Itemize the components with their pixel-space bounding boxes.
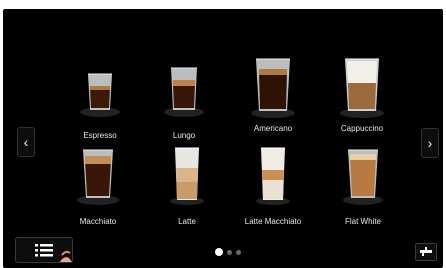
list-menu-icon [35, 244, 72, 262]
carousel-prev-button[interactable]: ‹ [17, 127, 35, 157]
drink-tile-lungo[interactable]: Lungo [142, 60, 226, 142]
chevron-left-icon: ‹ [23, 134, 29, 150]
drink-label: Lungo [172, 131, 196, 140]
drink-tile-americano[interactable]: Americano [231, 53, 315, 135]
drink-tile-cappuccino[interactable]: Cappuccino [320, 53, 404, 135]
drink-label: Macchiato [79, 217, 117, 226]
lungo-glass-icon [164, 67, 204, 117]
drink-label: Espresso [83, 131, 117, 140]
latte-macchiato-glass-icon [256, 147, 290, 205]
coffee-selection-screen: ‹ › Espresso Lungo Americano Cappuccino … [3, 9, 443, 268]
drink-tile-flat-white[interactable]: Flat White [321, 146, 405, 228]
flat-white-glass-icon [343, 149, 383, 205]
drink-label: Latte Macchiato [244, 217, 302, 226]
chevron-right-icon: › [427, 135, 433, 151]
page-dot[interactable] [227, 250, 232, 255]
drink-tile-macchiato[interactable]: Macchiato [56, 146, 140, 228]
drink-tile-latte[interactable]: Latte [145, 146, 229, 228]
menu-button[interactable] [15, 237, 73, 263]
drink-label: Flat White [344, 217, 381, 226]
drink-tile-latte-macchiato[interactable]: Latte Macchiato [231, 146, 315, 228]
tap-icon [420, 247, 432, 256]
cappuccino-glass-icon [340, 58, 384, 118]
drink-label: Latte [178, 217, 196, 226]
espresso-glass-icon [80, 73, 120, 117]
macchiato-glass-icon [77, 149, 119, 205]
page-dot-active[interactable] [215, 248, 223, 256]
service-button[interactable] [415, 243, 437, 261]
drink-label: Americano [253, 124, 293, 133]
latte-glass-icon [170, 147, 204, 205]
page-dot[interactable] [236, 250, 241, 255]
pagination-dots [211, 248, 251, 256]
carousel-next-button[interactable]: › [421, 128, 439, 158]
drink-tile-espresso[interactable]: Espresso [58, 60, 142, 142]
americano-glass-icon [251, 58, 295, 118]
drink-label: Cappuccino [340, 124, 384, 133]
